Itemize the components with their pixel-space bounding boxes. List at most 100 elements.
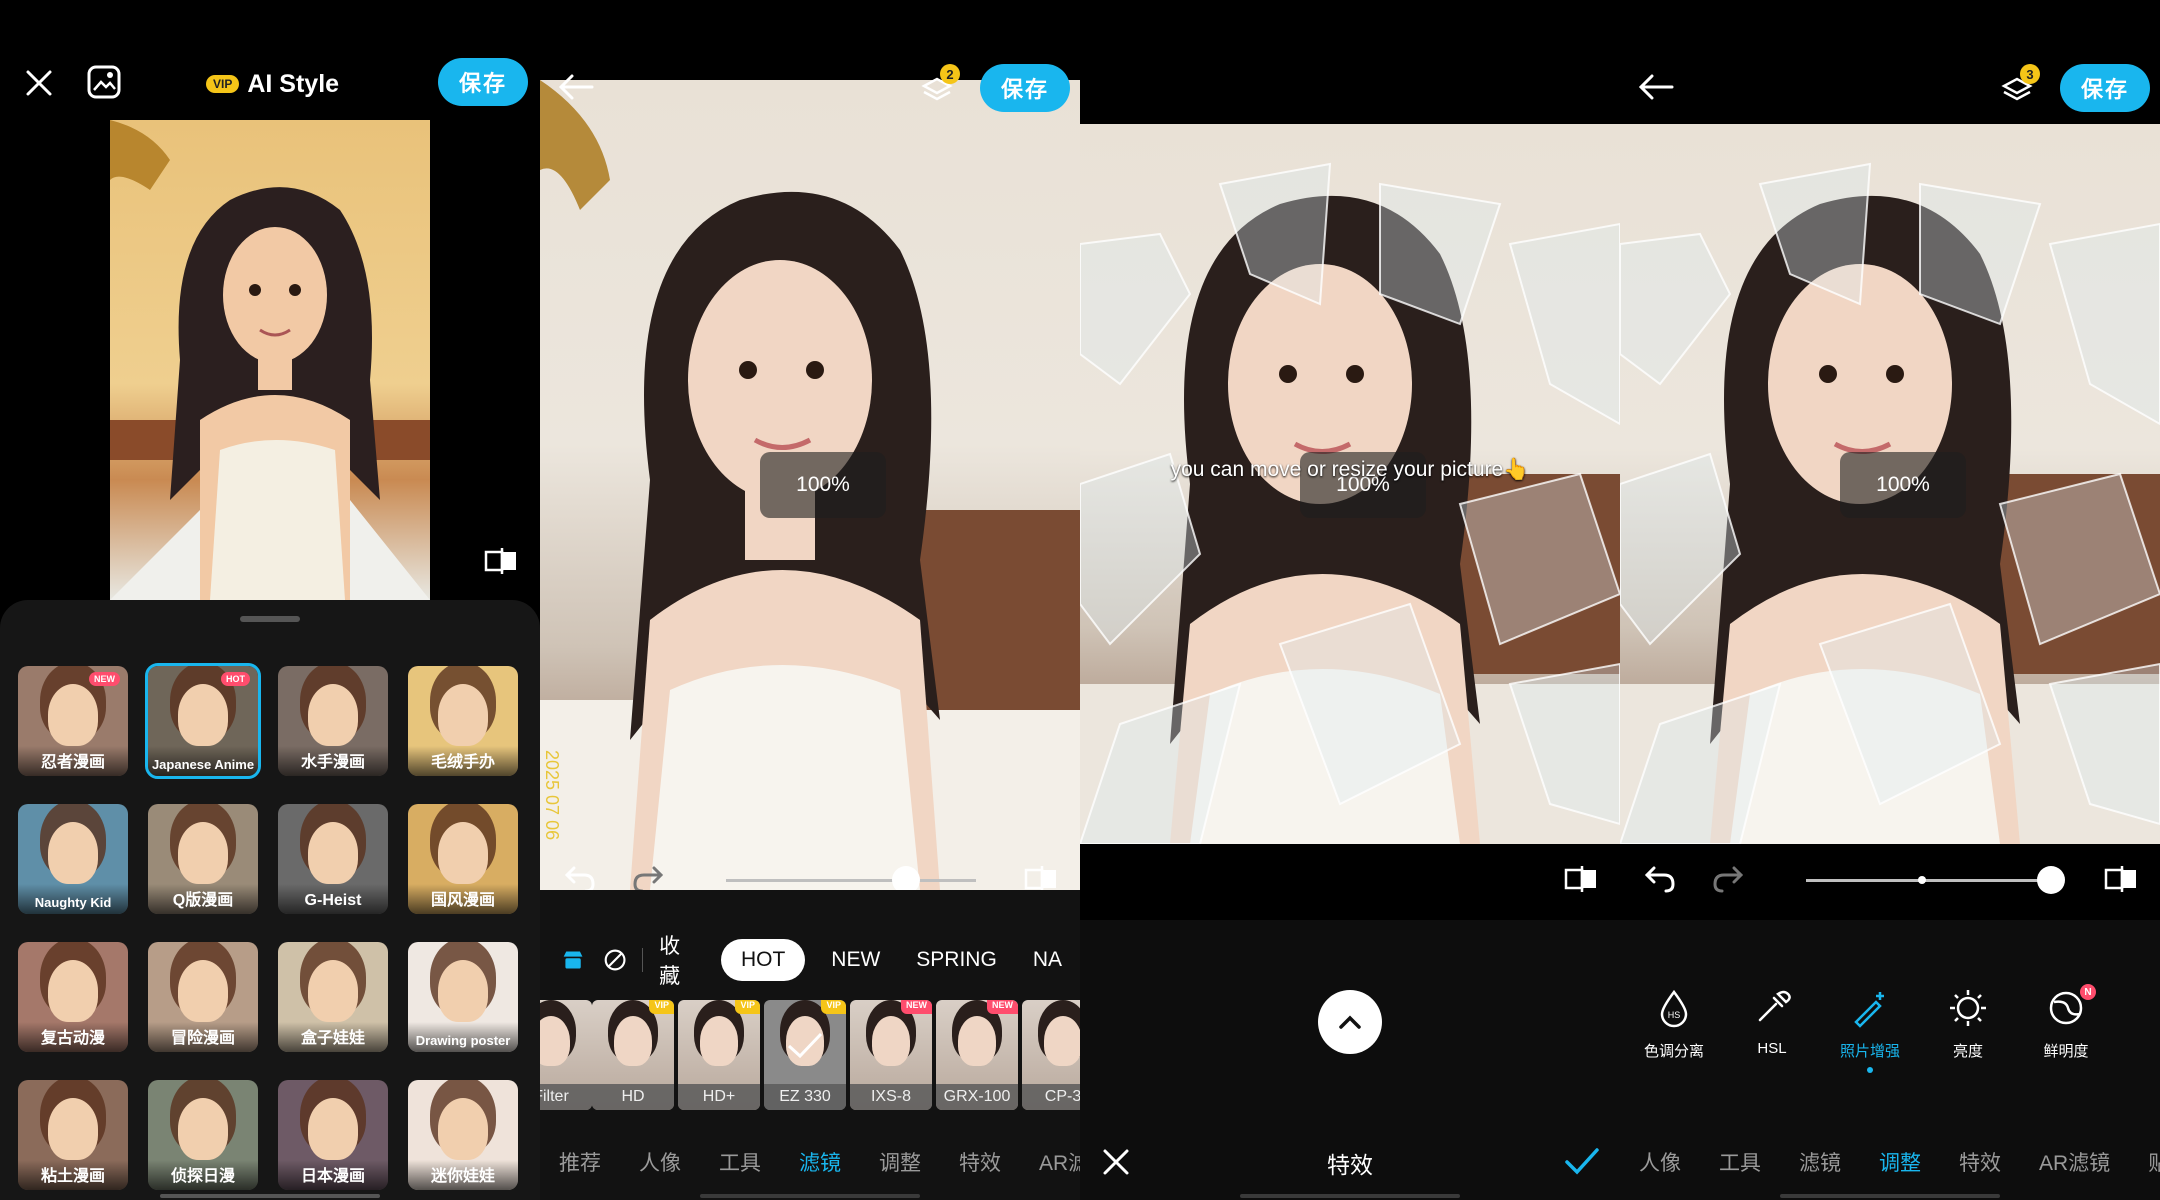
expand-button[interactable] [1318, 990, 1382, 1054]
tool-label: 鲜明度 [2043, 1043, 2089, 1060]
nav-item[interactable]: AR滤镜 [2020, 1147, 2129, 1177]
no-filter-icon[interactable] [604, 947, 626, 973]
compare-icon[interactable] [484, 546, 518, 576]
confirm-check-icon[interactable] [1564, 1146, 1600, 1176]
style-label: Japanese Anime [148, 746, 258, 776]
style-item[interactable]: 迷你娃娃 [408, 1080, 518, 1190]
style-label: 盒子娃娃 [278, 1022, 388, 1052]
style-item[interactable]: 日本漫画 [278, 1080, 388, 1190]
tool-enhance[interactable]: 照片增强 [1820, 988, 1920, 1073]
effects-screen: 100% you can move or resize your picture… [1080, 0, 1620, 1200]
tool-posterize[interactable]: HS 色调分离 [1624, 988, 1724, 1061]
compare-icon[interactable] [2104, 864, 2138, 894]
nav-item[interactable]: 工具 [1700, 1147, 1780, 1177]
style-tag: HOT [221, 672, 250, 686]
home-indicator [700, 1194, 920, 1198]
new-tag: NEW [987, 1000, 1018, 1014]
style-item[interactable]: 冒险漫画 [148, 942, 258, 1052]
tab-new[interactable]: NEW [813, 948, 898, 972]
cancel-icon[interactable] [1102, 1148, 1130, 1176]
store-icon[interactable] [562, 948, 584, 972]
gallery-icon[interactable] [86, 64, 122, 100]
style-item[interactable]: 粘土漫画 [18, 1080, 128, 1190]
style-item[interactable]: Drawing poster [408, 942, 518, 1052]
filter-item[interactable]: VIP HD+ [678, 1000, 760, 1110]
tool-brightness[interactable]: 亮度 [1918, 988, 2018, 1061]
nav-item[interactable]: 调整 [860, 1147, 940, 1177]
filter-label: CP-3 [1022, 1084, 1080, 1110]
tab-favorites[interactable]: 收藏 [643, 930, 713, 990]
save-button[interactable]: 保存 [980, 64, 1070, 112]
filter-label: EZ 330 [764, 1084, 846, 1110]
style-item[interactable]: 侦探日漫 [148, 1080, 258, 1190]
filter-item[interactable]: NEW GRX-100 [936, 1000, 1018, 1110]
style-label: G-Heist [278, 884, 388, 914]
style-thumbnail [308, 960, 358, 1022]
filter-thumbnail [540, 1016, 570, 1066]
tab-spring[interactable]: SPRING [898, 948, 1015, 972]
nav-item[interactable]: 特效 [940, 1147, 1020, 1177]
nav-item[interactable]: 人像 [620, 1147, 700, 1177]
adjust-slider[interactable] [1806, 879, 2056, 882]
slider-knob[interactable] [2037, 866, 2065, 894]
drag-handle[interactable] [240, 616, 300, 622]
style-item[interactable]: 水手漫画 [278, 666, 388, 776]
style-item[interactable]: NEW 忍者漫画 [18, 666, 128, 776]
style-label: 国风漫画 [408, 884, 518, 914]
tool-vibrance[interactable]: 鲜明度 N [2016, 984, 2116, 1061]
nav-item[interactable]: 特效 [1940, 1147, 2020, 1177]
new-badge: N [2080, 984, 2096, 1000]
nav-item[interactable]: 工具 [700, 1147, 780, 1177]
filter-item[interactable]: VIP HD [592, 1000, 674, 1110]
filter-label: HD [592, 1084, 674, 1110]
filter-screen: 2025 07 06 2 保存 100% 收藏 HOT NEW SPRING N… [540, 0, 1080, 1200]
style-thumbnail [308, 684, 358, 746]
style-item[interactable]: 国风漫画 [408, 804, 518, 914]
tool-hsl[interactable]: HSL [1722, 988, 1822, 1057]
nav-item[interactable]: 人像 [1620, 1147, 1700, 1177]
filter-item[interactable]: NEW IXS-8 [850, 1000, 932, 1110]
style-tag: NEW [89, 672, 120, 686]
back-arrow-icon[interactable] [558, 72, 594, 102]
redo-icon[interactable] [1712, 864, 1744, 894]
style-item[interactable]: 盒子娃娃 [278, 942, 388, 1052]
layers-count-badge: 2 [940, 64, 960, 84]
style-item[interactable]: Q版漫画 [148, 804, 258, 914]
bottom-nav: 推荐 人像 工具 滤镜 调整 特效 AR滤 [540, 1140, 1080, 1184]
nav-item[interactable]: 调整 [1860, 1147, 1940, 1177]
close-icon[interactable] [24, 68, 54, 98]
filter-thumbnail [1044, 1016, 1080, 1066]
save-button[interactable]: 保存 [2060, 64, 2150, 112]
filter-label: HD+ [678, 1084, 760, 1110]
back-arrow-icon[interactable] [1638, 72, 1674, 102]
nav-item[interactable]: 贴 [2129, 1147, 2160, 1177]
style-thumbnail [178, 960, 228, 1022]
nav-item[interactable]: 滤镜 [780, 1147, 860, 1177]
save-button[interactable]: 保存 [438, 58, 528, 106]
nav-item[interactable]: 推荐 [540, 1147, 620, 1177]
filter-tabs-row: 收藏 HOT NEW SPRING NA [540, 934, 1080, 988]
style-item[interactable]: 毛绒手办 [408, 666, 518, 776]
adjust-screen: 3 保存 100% HS 色调分离 HSL 照片增强 亮度 鲜明度 N 人像 工具… [1620, 0, 2160, 1200]
nav-item[interactable]: 滤镜 [1780, 1147, 1860, 1177]
compare-icon[interactable] [1564, 864, 1598, 894]
style-label: 粘土漫画 [18, 1160, 128, 1190]
tab-hot[interactable]: HOT [720, 939, 806, 981]
filter-item[interactable]: CP-3 [1022, 1000, 1080, 1110]
style-item[interactable]: G-Heist [278, 804, 388, 914]
title-group: VIP AI Style [206, 70, 339, 98]
style-item[interactable]: Naughty Kid [18, 804, 128, 914]
style-item[interactable]: HOT Japanese Anime [145, 663, 261, 779]
style-item[interactable]: 复古动漫 [18, 942, 128, 1052]
filter-item[interactable]: VIP EZ 330 [764, 1000, 846, 1110]
intensity-slider[interactable] [726, 879, 976, 882]
nav-item[interactable]: AR滤 [1020, 1147, 1080, 1177]
date-watermark: 2025 07 06 [542, 750, 562, 841]
tab-na[interactable]: NA [1015, 948, 1080, 972]
style-label: 侦探日漫 [148, 1160, 258, 1190]
zoom-level: 100% [760, 452, 886, 518]
style-thumbnail [308, 822, 358, 884]
style-label: 冒险漫画 [148, 1022, 258, 1052]
filter-item[interactable]: Filter [540, 1000, 592, 1110]
undo-icon[interactable] [1644, 864, 1676, 894]
